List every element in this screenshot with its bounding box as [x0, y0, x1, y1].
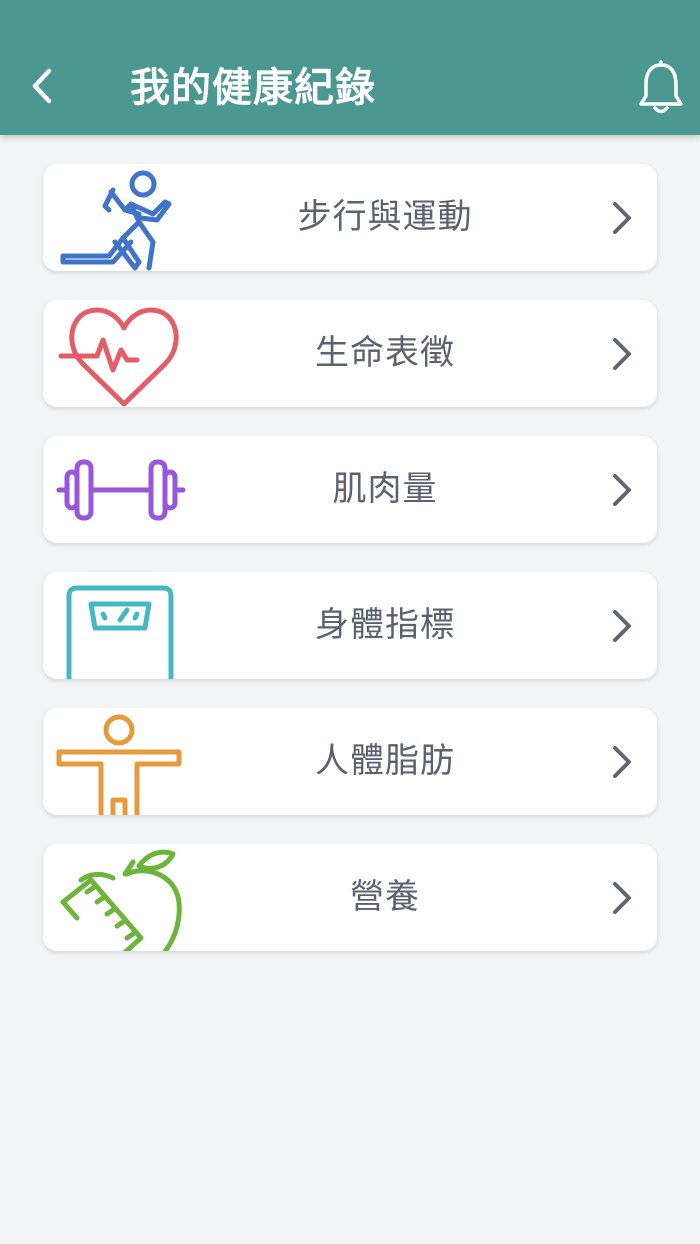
chevron-right-icon — [613, 882, 631, 914]
category-walking-exercise[interactable]: 步行與運動 — [43, 164, 657, 271]
scale-icon — [66, 585, 174, 679]
chevron-left-icon — [32, 68, 52, 104]
category-label: 身體指標 — [315, 605, 455, 645]
chevron-right-icon — [613, 746, 631, 778]
chevron-right-icon — [613, 338, 631, 370]
apple-measuring-tape-icon — [60, 849, 182, 951]
page-title: 我的健康紀錄 — [130, 65, 376, 111]
chevron-right-icon — [613, 474, 631, 506]
category-label: 生命表徵 — [315, 333, 455, 373]
category-muscle-mass[interactable]: 肌肉量 — [43, 436, 657, 543]
category-label: 營養 — [350, 877, 420, 917]
category-label: 步行與運動 — [297, 197, 473, 237]
health-category-list: 步行與運動 生命表徵 肌肉量 身體指標 人體脂肪 營養 — [43, 164, 657, 980]
category-body-fat[interactable]: 人體脂肪 — [43, 708, 657, 815]
heartbeat-icon — [58, 307, 179, 407]
bell-icon — [639, 60, 683, 114]
category-nutrition[interactable]: 營養 — [43, 844, 657, 951]
category-vital-signs[interactable]: 生命表徵 — [43, 300, 657, 407]
chevron-right-icon — [613, 202, 631, 234]
chevron-right-icon — [613, 610, 631, 642]
running-person-icon — [60, 170, 172, 271]
back-button[interactable] — [20, 62, 64, 110]
category-label: 人體脂肪 — [315, 741, 455, 781]
body-figure-icon — [56, 714, 182, 815]
notification-button[interactable] — [634, 58, 688, 118]
category-body-metrics[interactable]: 身體指標 — [43, 572, 657, 679]
dumbbell-icon — [56, 459, 186, 521]
category-label: 肌肉量 — [332, 469, 438, 509]
app-header: 我的健康紀錄 — [0, 0, 700, 135]
